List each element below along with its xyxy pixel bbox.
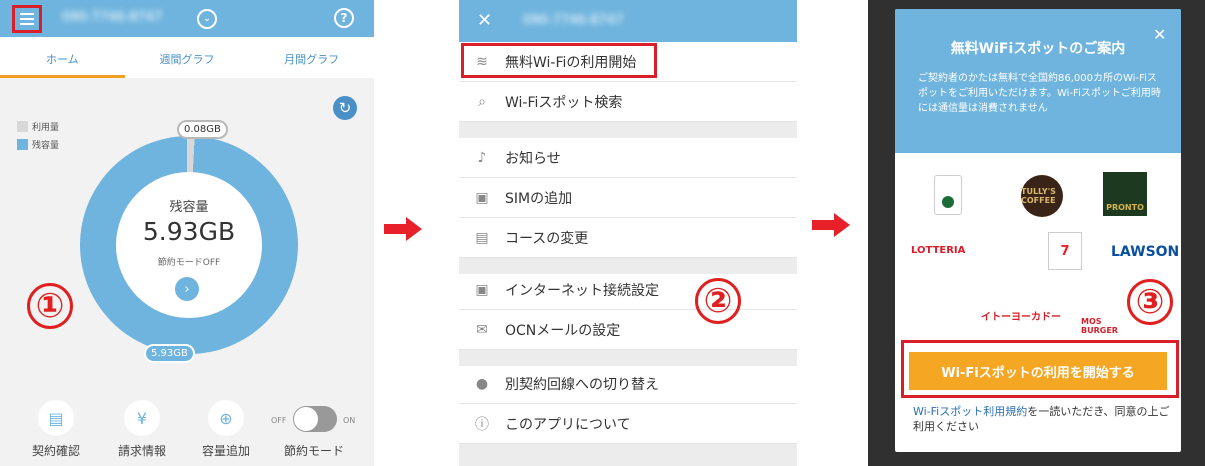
step-2-marker: ② bbox=[695, 278, 741, 324]
dialog-header: ✕ 無料WiFiスポットのご案内 ご契約者のかたは無料で全国約86,000カ所の… bbox=[895, 9, 1181, 153]
legend-used: 利用量 bbox=[17, 120, 59, 133]
terms-notice: Wi-Fiスポット利用規約を一読いただき、同意の上ご利用ください bbox=[913, 404, 1171, 434]
menu-screen: ✕ 090-7746-8747 ≋ 無料Wi-Fiの利用開始 ⌕ Wi-Fiスポット… bbox=[459, 0, 797, 466]
hamburger-icon bbox=[20, 13, 34, 25]
sim-add-icon: ▣ bbox=[475, 189, 489, 206]
saving-mode-label: 節約モード bbox=[283, 444, 344, 458]
phone-number-blurred: 090-7746-8747 bbox=[523, 13, 624, 28]
toggle-on-label: ON bbox=[343, 416, 356, 425]
highlight-free-wifi bbox=[461, 43, 657, 78]
remaining-label: 残容量 bbox=[169, 200, 209, 215]
seven-eleven-logo: 7 bbox=[1048, 232, 1082, 270]
menu-item-label: インターネット接続設定 bbox=[505, 282, 659, 299]
menu-item-wifi-search[interactable]: ⌕ Wi-Fiスポット検索 bbox=[459, 82, 797, 122]
yen-icon[interactable]: ¥ bbox=[124, 400, 160, 436]
coffee-cup-icon bbox=[934, 175, 962, 215]
ito-yokado-logo: イトーヨーカドー bbox=[981, 312, 1061, 323]
legend-remaining: 残容量 bbox=[17, 138, 59, 151]
network-settings-icon: ▣ bbox=[475, 281, 489, 298]
remaining-value: 5.93GB bbox=[142, 217, 236, 246]
menu-item-label: SIMの追加 bbox=[505, 190, 573, 207]
bell-icon: ♪ bbox=[477, 149, 487, 166]
arrow-right-icon bbox=[384, 217, 422, 241]
menu-item-course-change[interactable]: ▤ コースの変更 bbox=[459, 218, 797, 258]
tab-bar: ホーム 週間グラフ 月間グラフ bbox=[0, 37, 374, 78]
menu-button[interactable] bbox=[12, 5, 42, 33]
lotteria-logo: LOTTERIA bbox=[911, 245, 966, 256]
legend-remaining-label: 残容量 bbox=[32, 141, 60, 151]
contract-icon[interactable]: ▤ bbox=[38, 400, 74, 436]
terms-link[interactable]: Wi-Fiスポット利用規約 bbox=[913, 405, 1027, 418]
lawson-logo: LAWSON bbox=[1111, 244, 1180, 260]
menu-item-switch-line[interactable]: ● 別契約回線への切り替え bbox=[459, 364, 797, 404]
app-header: 090-7746-8747 ⌄ ? bbox=[0, 0, 374, 37]
dialog-title: 無料WiFiスポットのご案内 bbox=[950, 41, 1126, 57]
step-1-marker: ① bbox=[27, 283, 73, 329]
menu-item-notice[interactable]: ♪ お知らせ bbox=[459, 138, 797, 178]
data-add-label: 容量追加 bbox=[201, 444, 250, 458]
data-add-icon[interactable]: ⊕ bbox=[208, 400, 244, 436]
search-icon: ⌕ bbox=[478, 93, 486, 110]
close-icon[interactable]: ✕ bbox=[477, 10, 492, 31]
menu-item-label: Wi-Fiスポット検索 bbox=[505, 94, 623, 111]
divider bbox=[459, 122, 797, 138]
billing-label: 請求情報 bbox=[117, 444, 166, 458]
step-3-marker: ③ bbox=[1127, 279, 1173, 325]
legend-used-label: 利用量 bbox=[32, 123, 60, 133]
chevron-right-icon[interactable]: › bbox=[175, 277, 199, 301]
divider bbox=[459, 444, 797, 466]
phone-number-blurred: 090-7746-8747 bbox=[62, 10, 163, 25]
mail-icon: ✉ bbox=[476, 321, 488, 338]
tab-monthly[interactable]: 月間グラフ bbox=[249, 37, 374, 78]
menu-header: ✕ 090-7746-8747 bbox=[459, 0, 797, 42]
tab-weekly[interactable]: 週間グラフ bbox=[125, 37, 250, 78]
menu-item-label: コースの変更 bbox=[505, 230, 589, 247]
saving-mode-toggle[interactable] bbox=[293, 406, 337, 432]
refresh-icon[interactable]: ↻ bbox=[333, 96, 357, 120]
remaining-pill: 5.93GB bbox=[144, 344, 195, 363]
tullys-logo: TULLY'S COFFEE bbox=[1021, 175, 1063, 217]
person-icon: ● bbox=[475, 375, 489, 392]
contract-label: 契約確認 bbox=[31, 444, 80, 458]
menu-item-mail-settings[interactable]: ✉ OCNメールの設定 bbox=[459, 310, 797, 350]
used-pill: 0.08GB bbox=[177, 120, 228, 139]
menu-item-about[interactable]: ⓘ このアプリについて bbox=[459, 404, 797, 444]
chevron-down-icon[interactable]: ⌄ bbox=[197, 9, 217, 29]
clipboard-icon: ▤ bbox=[475, 229, 489, 246]
menu-item-label: お知らせ bbox=[505, 150, 561, 167]
toggle-off-label: OFF bbox=[271, 416, 287, 425]
tab-home[interactable]: ホーム bbox=[0, 37, 125, 78]
pronto-logo: PRONTO bbox=[1103, 172, 1147, 216]
menu-item-internet-settings[interactable]: ▣ インターネット接続設定 bbox=[459, 270, 797, 310]
menu-item-label: このアプリについて bbox=[505, 416, 631, 433]
info-icon: ⓘ bbox=[475, 416, 489, 433]
arrow-right-icon bbox=[812, 213, 850, 237]
menu-item-label: 別契約回線への切り替え bbox=[505, 376, 659, 393]
wifi-dialog-screen: ✕ 無料WiFiスポットのご案内 ご契約者のかたは無料で全国約86,000カ所の… bbox=[868, 0, 1205, 466]
home-screen: 090-7746-8747 ⌄ ? ホーム 週間グラフ 月間グラフ ↻ 利用量 … bbox=[0, 0, 374, 466]
menu-item-label: OCNメールの設定 bbox=[505, 322, 621, 339]
help-icon[interactable]: ? bbox=[334, 8, 354, 28]
highlight-start-button bbox=[901, 340, 1179, 398]
dialog-description: ご契約者のかたは無料で全国約86,000カ所のWi-Fiスポットをご利用いただけ… bbox=[918, 73, 1161, 114]
menu-item-sim-add[interactable]: ▣ SIMの追加 bbox=[459, 178, 797, 218]
saving-mode-status: 節約モードOFF bbox=[157, 258, 221, 268]
